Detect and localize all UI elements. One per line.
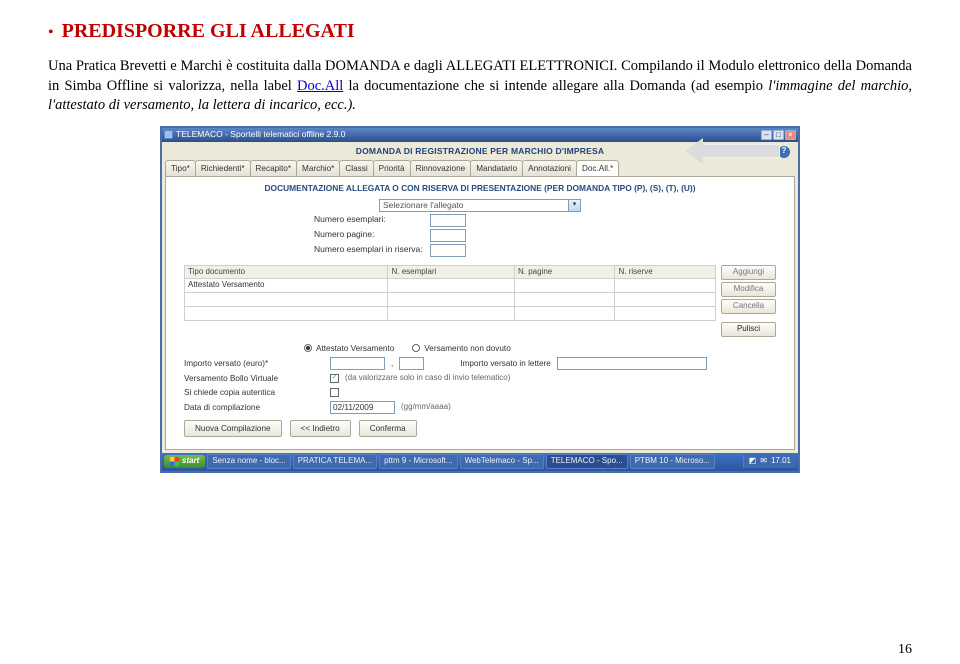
radio-attestato-label: Attestato Versamento [316, 343, 394, 354]
radio-attestato[interactable] [304, 344, 312, 352]
docall-link: Doc.All [297, 78, 343, 94]
intro-paragraph: Una Pratica Brevetti e Marchi è costitui… [48, 57, 912, 116]
tab-tipo[interactable]: Tipo* [165, 160, 196, 176]
th-riserve[interactable]: N. riserve [615, 265, 716, 279]
start-label: start [182, 456, 199, 467]
label-bollo: Versamento Bollo Virtuale [184, 373, 324, 384]
label-copia: Si chiede copia autentica [184, 387, 324, 398]
app-icon [164, 130, 173, 139]
hint-data: (gg/mm/aaaa) [401, 402, 451, 413]
task-item[interactable]: WebTelemaco - Sp... [460, 454, 544, 469]
task-item[interactable]: Senza nome - bloc... [207, 454, 290, 469]
app-window: TELEMACO - Sportelli telematici offline … [160, 126, 800, 473]
page-number: 16 [898, 641, 912, 660]
tab-rinnovazione[interactable]: Rinnovazione [410, 160, 472, 176]
input-importo-cents[interactable] [399, 357, 424, 370]
form-main-title: DOMANDA DI REGISTRAZIONE PER MARCHIO D'I… [356, 146, 604, 157]
chevron-down-icon[interactable]: ▾ [569, 199, 581, 212]
input-num-riserva[interactable] [430, 244, 466, 257]
task-item[interactable]: TELEMACO - Spo... [546, 454, 628, 469]
system-tray[interactable]: ◩ ✉ 17.01 [743, 455, 796, 468]
add-button[interactable]: Aggiungi [721, 265, 776, 280]
table-row[interactable] [185, 293, 716, 307]
tray-icon: ✉ [760, 456, 767, 467]
label-num-riserva: Numero esemplari in riserva: [314, 244, 424, 255]
tab-recapito[interactable]: Recapito* [250, 160, 298, 176]
tab-priorita[interactable]: Priorità [373, 160, 411, 176]
label-data: Data di compilazione [184, 402, 324, 413]
label-num-pagine: Numero pagine: [314, 229, 424, 240]
comma-sep: , [391, 358, 393, 369]
start-button[interactable]: start [164, 455, 205, 468]
tab-mandatario[interactable]: Mandatario [470, 160, 523, 176]
tab-annotazioni[interactable]: Annotazioni [522, 160, 577, 176]
minimize-button[interactable]: – [761, 130, 772, 140]
back-button[interactable]: << Indietro [290, 420, 351, 437]
windows-icon [170, 457, 179, 466]
radio-non-dovuto-label: Versamento non dovuto [424, 343, 510, 354]
edit-button[interactable]: Modifica [721, 282, 776, 297]
clear-button[interactable]: Pulisci [721, 322, 776, 337]
task-item[interactable]: pttm 9 - Microsoft... [379, 454, 457, 469]
label-num-esemplari: Numero esemplari: [314, 214, 424, 225]
th-tipo[interactable]: Tipo documento [185, 265, 388, 279]
input-importo-lettere[interactable] [557, 357, 707, 370]
table-row[interactable] [185, 306, 716, 320]
docall-panel: DOCUMENTAZIONE ALLEGATA O CON RISERVA DI… [165, 176, 795, 450]
tab-marchio[interactable]: Marchio* [296, 160, 340, 176]
taskbar: start Senza nome - bloc... PRATICA TELEM… [162, 453, 798, 471]
delete-button[interactable]: Cancella [721, 299, 776, 314]
input-data[interactable]: 02/11/2009 [330, 401, 395, 414]
table-header-row: Tipo documento N. esemplari N. pagine N.… [185, 265, 716, 279]
tray-icon: ◩ [749, 456, 757, 467]
page-heading: PREDISPORRE GLI ALLEGATI [62, 18, 355, 45]
documents-table: Tipo documento N. esemplari N. pagine N.… [184, 265, 716, 321]
input-num-pagine[interactable] [430, 229, 466, 242]
th-esemplari[interactable]: N. esemplari [388, 265, 514, 279]
maximize-button[interactable]: □ [773, 130, 784, 140]
tab-classi[interactable]: Classi [339, 160, 373, 176]
window-title: TELEMACO - Sportelli telematici offline … [176, 129, 345, 140]
arrow-annotation [702, 144, 780, 158]
input-importo-euro[interactable] [330, 357, 385, 370]
close-button[interactable]: × [785, 130, 796, 140]
hint-bollo: (da valorizzare solo in caso di invio te… [345, 373, 510, 384]
task-item[interactable]: PTBM 10 - Microso... [630, 454, 715, 469]
cell-tipo: Attestato Versamento [185, 279, 388, 293]
input-num-esemplari[interactable] [430, 214, 466, 227]
label-importo: Importo versato (euro)* [184, 358, 324, 369]
new-compilation-button[interactable]: Nuova Compilazione [184, 420, 282, 437]
tab-richiedenti[interactable]: Richiedenti* [195, 160, 251, 176]
checkbox-bollo[interactable]: ✓ [330, 374, 339, 383]
task-item[interactable]: PRATICA TELEMA... [293, 454, 377, 469]
th-pagine[interactable]: N. pagine [514, 265, 615, 279]
radio-non-dovuto[interactable] [412, 344, 420, 352]
allegato-select[interactable]: Selezionare l'allegato [379, 199, 569, 212]
clock: 17.01 [771, 456, 791, 467]
confirm-button[interactable]: Conferma [359, 420, 417, 437]
tab-docall[interactable]: Doc.All.* [576, 160, 619, 176]
para-text-2: la documentazione che si intende allegar… [343, 78, 768, 94]
bullet-icon: • [48, 25, 54, 41]
label-importo-lettere: Importo versato in lettere [460, 358, 551, 369]
checkbox-copia[interactable] [330, 388, 339, 397]
panel-section-title: DOCUMENTAZIONE ALLEGATA O CON RISERVA DI… [174, 183, 786, 194]
table-row[interactable]: Attestato Versamento [185, 279, 716, 293]
